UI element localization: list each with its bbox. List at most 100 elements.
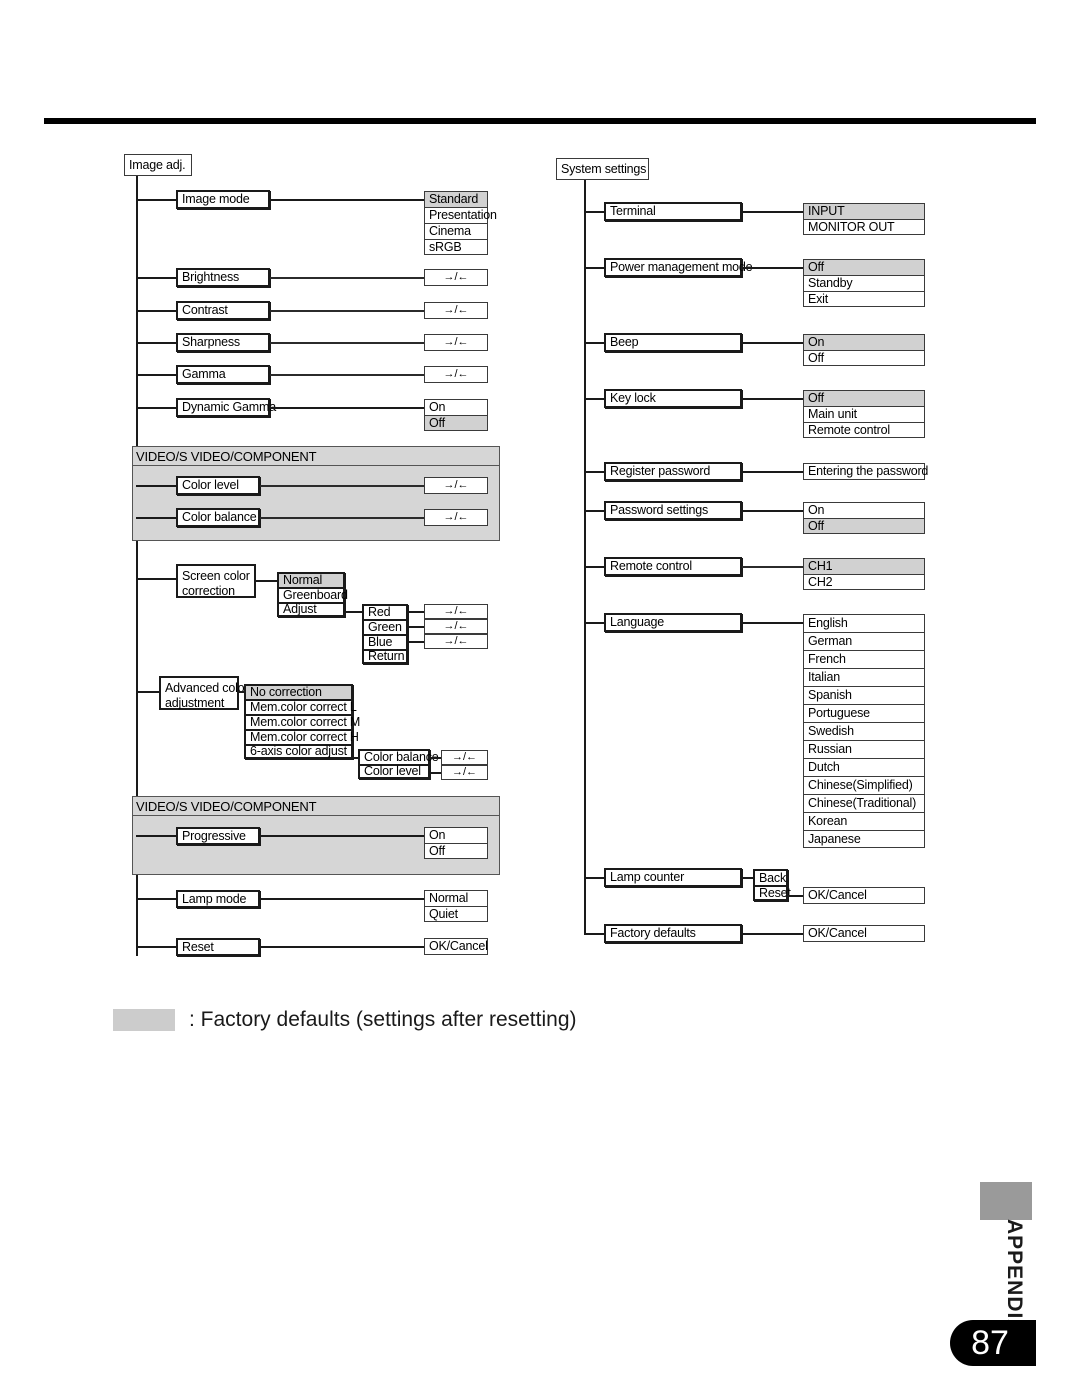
option-ch2[interactable]: CH2 [803, 574, 925, 590]
option-language-portuguese[interactable]: Portuguese [803, 704, 925, 722]
option-standard[interactable]: Standard [424, 191, 488, 207]
option-ch1[interactable]: CH1 [803, 558, 925, 574]
option-language-dutch[interactable]: Dutch [803, 758, 925, 776]
item-dynamic-gamma[interactable]: Dynamic Gamma [176, 398, 276, 417]
item-power-management-mode[interactable]: Power management mode [604, 258, 753, 277]
option-red[interactable]: Red [362, 604, 408, 619]
option-reset-ok-cancel[interactable]: OK/Cancel [424, 938, 488, 955]
option-mem-color-correct-h[interactable]: Mem.color correct H [244, 729, 359, 744]
item-password-settings[interactable]: Password settings [604, 501, 742, 520]
adjust-color-balance[interactable]: →/← [424, 509, 488, 526]
option-language-chinese-traditional[interactable]: Chinese(Traditional) [803, 794, 925, 812]
option-pm-standby[interactable]: Standby [803, 275, 925, 291]
option-factory-defaults-ok-cancel[interactable]: OK/Cancel [803, 925, 925, 942]
adjust-arrows-token: →/← [443, 605, 469, 617]
option-presentation[interactable]: Presentation [424, 207, 497, 223]
option-greenboard[interactable]: Greenboard [277, 587, 348, 602]
option-progressive-off[interactable]: Off [424, 843, 488, 859]
option-pm-exit[interactable]: Exit [803, 291, 925, 307]
option-label: Main unit [808, 407, 857, 422]
adjust-6axis-color-level[interactable]: →/← [441, 765, 488, 780]
option-language-spanish[interactable]: Spanish [803, 686, 925, 704]
option-6axis-color-balance[interactable]: Color balance [358, 749, 439, 764]
option-language-chinese-simplified[interactable]: Chinese(Simplified) [803, 776, 925, 794]
item-progressive[interactable]: Progressive [176, 827, 260, 845]
option-beep-on[interactable]: On [803, 334, 925, 350]
option-pm-off[interactable]: Off [803, 259, 925, 275]
item-gamma[interactable]: Gamma [176, 365, 270, 384]
item-screen-color-correction[interactable]: Screen color correction [176, 564, 256, 598]
option-language-italian[interactable]: Italian [803, 668, 925, 686]
option-adjust[interactable]: Adjust [277, 602, 345, 617]
option-password-on[interactable]: On [803, 502, 925, 518]
option-mem-color-correct-m[interactable]: Mem.color correct M [244, 714, 360, 729]
option-keylock-main-unit[interactable]: Main unit [803, 406, 925, 422]
item-lamp-counter[interactable]: Lamp counter [604, 868, 742, 887]
option-language-german[interactable]: German [803, 632, 925, 650]
item-lamp-mode-label: Lamp mode [182, 891, 247, 906]
option-lamp-counter-ok-cancel[interactable]: OK/Cancel [803, 887, 925, 904]
adjust-sharpness[interactable]: →/← [424, 334, 488, 351]
item-factory-defaults[interactable]: Factory defaults [604, 924, 742, 943]
option-6-axis-color-adjust[interactable]: 6-axis color adjust [244, 744, 353, 759]
option-return[interactable]: Return [362, 649, 408, 664]
option-language-japanese[interactable]: Japanese [803, 830, 925, 848]
item-lamp-mode[interactable]: Lamp mode [176, 890, 260, 908]
option-mem-color-correct-l[interactable]: Mem.color correct L [244, 699, 357, 714]
option-language-russian[interactable]: Russian [803, 740, 925, 758]
option-keylock-off[interactable]: Off [803, 390, 925, 406]
option-6axis-color-level[interactable]: Color level [358, 764, 430, 779]
adjust-6axis-color-balance[interactable]: →/← [441, 750, 488, 765]
option-keylock-remote-control[interactable]: Remote control [803, 422, 925, 438]
item-advanced-color-adjustment[interactable]: Advanced color adjustment [159, 676, 249, 710]
item-remote-control[interactable]: Remote control [604, 557, 742, 576]
option-entering-the-password[interactable]: Entering the password [803, 463, 928, 480]
adjust-color-level[interactable]: →/← [424, 477, 488, 494]
option-on[interactable]: On [424, 399, 488, 415]
option-label: Off [429, 415, 445, 430]
item-terminal[interactable]: Terminal [604, 202, 742, 221]
option-lamp-quiet[interactable]: Quiet [424, 906, 488, 922]
option-language-french[interactable]: French [803, 650, 925, 668]
item-beep[interactable]: Beep [604, 333, 742, 352]
option-green[interactable]: Green [362, 619, 408, 634]
root-system-settings[interactable]: System settings [556, 158, 649, 180]
option-blue[interactable]: Blue [362, 634, 408, 649]
item-key-lock[interactable]: Key lock [604, 389, 742, 408]
adjust-brightness[interactable]: →/← [424, 269, 488, 286]
option-lamp-normal[interactable]: Normal [424, 890, 488, 906]
adjust-red[interactable]: →/← [424, 604, 488, 619]
option-lamp-counter-reset[interactable]: Reset [753, 885, 791, 901]
item-brightness[interactable]: Brightness [176, 268, 270, 287]
adjust-gamma[interactable]: →/← [424, 366, 488, 383]
option-no-correction[interactable]: No correction [244, 684, 353, 699]
item-color-level[interactable]: Color level [176, 476, 260, 495]
item-reset[interactable]: Reset [176, 938, 260, 956]
option-monitor-out[interactable]: MONITOR OUT [803, 219, 925, 235]
adjust-blue[interactable]: →/← [424, 634, 488, 649]
item-sharpness[interactable]: Sharpness [176, 333, 270, 352]
option-normal[interactable]: Normal [277, 572, 345, 587]
adjust-green[interactable]: →/← [424, 619, 488, 634]
link-screen-color-options [256, 580, 278, 582]
option-beep-off[interactable]: Off [803, 350, 925, 366]
branch-contrast [136, 310, 176, 312]
option-off[interactable]: Off [424, 415, 488, 431]
item-image-mode[interactable]: Image mode [176, 190, 270, 209]
option-password-off[interactable]: Off [803, 518, 925, 534]
option-language-swedish[interactable]: Swedish [803, 722, 925, 740]
item-register-password[interactable]: Register password [604, 462, 742, 481]
option-input[interactable]: INPUT [803, 203, 925, 219]
option-srgb[interactable]: sRGB [424, 239, 488, 255]
adjust-contrast[interactable]: →/← [424, 302, 488, 319]
item-color-balance[interactable]: Color balance [176, 508, 260, 527]
option-progressive-on[interactable]: On [424, 827, 488, 843]
item-language[interactable]: Language [604, 613, 742, 632]
option-cinema[interactable]: Cinema [424, 223, 488, 239]
item-contrast[interactable]: Contrast [176, 301, 270, 320]
option-lamp-counter-back[interactable]: Back [753, 869, 788, 885]
option-language-korean[interactable]: Korean [803, 812, 925, 830]
option-language-english[interactable]: English [803, 614, 925, 632]
item-remote-control-label: Remote control [610, 559, 692, 574]
root-image-adj[interactable]: Image adj. [124, 154, 192, 176]
